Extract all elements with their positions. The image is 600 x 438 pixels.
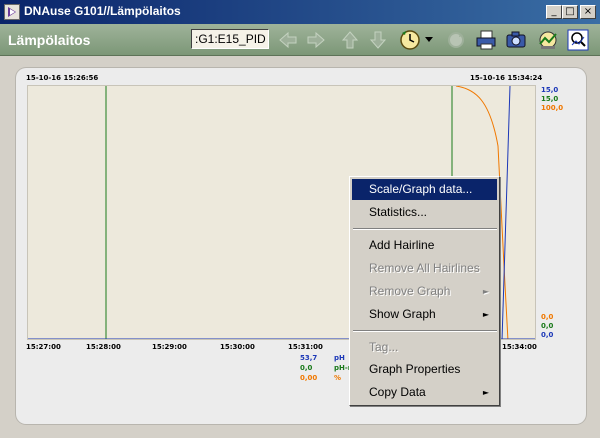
right-scale-top-3: 100,0 (541, 104, 564, 112)
menu-item-label: Graph Properties (369, 362, 461, 376)
legend-name-1[interactable]: pH (334, 354, 345, 362)
menu-item-label: Remove All Hairlines (369, 261, 480, 275)
menu-item-copy-data[interactable]: Copy Data ► (352, 382, 497, 403)
submenu-arrow-icon: ► (482, 310, 489, 319)
x-tick-label: 15:34:00 (502, 343, 537, 351)
menu-separator (353, 330, 497, 332)
x-tick-label: 15:31:00 (288, 343, 323, 351)
graph-settings-icon[interactable] (536, 28, 560, 52)
submenu-arrow-icon: ► (482, 287, 489, 296)
end-timestamp: 15-10-16 15:34:24 (470, 74, 543, 82)
menu-item-label: Scale/Graph data... (369, 182, 473, 196)
toolbar-title: Lämpölaitos (8, 32, 91, 48)
legend-value-1: 53,7 (300, 354, 318, 362)
menu-item-label: Statistics... (369, 205, 428, 219)
menu-separator (353, 228, 497, 230)
legend-name-3[interactable]: % (334, 374, 341, 382)
menu-item-statistics[interactable]: Statistics... (352, 202, 497, 223)
legend-value-3: 0,00 (300, 374, 318, 382)
menu-item-label: Tag... (369, 340, 399, 354)
x-tick-label: 15:29:00 (152, 343, 187, 351)
dropdown-icon[interactable] (422, 28, 436, 52)
menu-item-show-graph[interactable]: Show Graph ► (352, 304, 497, 325)
x-tick-label: 15:28:00 (86, 343, 121, 351)
right-scale-top-1: 15,0 (541, 86, 559, 94)
camera-icon[interactable] (504, 28, 528, 52)
zoom-icon[interactable] (566, 28, 590, 52)
menu-item-label: Copy Data (369, 385, 426, 399)
menu-item-remove-all-hairlines[interactable]: Remove All Hairlines (352, 258, 497, 279)
maximize-button[interactable]: □ (562, 5, 578, 19)
x-tick-label: 15:27:00 (26, 343, 61, 351)
right-scale-top-2: 15,0 (541, 95, 559, 103)
clock-icon[interactable] (398, 28, 422, 52)
legend-value-2: 0,0 (300, 364, 313, 372)
back-arrow-icon[interactable] (276, 28, 300, 52)
submenu-arrow-icon: ► (482, 388, 489, 397)
close-button[interactable]: × (580, 5, 596, 19)
right-scale-bottom-1: 0,0 (541, 313, 554, 321)
right-scale-bottom-3: 0,0 (541, 331, 554, 339)
refresh-icon[interactable] (444, 28, 468, 52)
x-tick-label: 15:30:00 (220, 343, 255, 351)
app-icon[interactable] (4, 4, 20, 20)
start-timestamp: 15-10-16 15:26:56 (26, 74, 99, 82)
window-title: DNAuse G101//Lämpölaitos (24, 4, 181, 18)
menu-item-remove-graph[interactable]: Remove Graph ► (352, 281, 497, 302)
context-menu: Scale/Graph data... Statistics... Add Ha… (349, 176, 500, 406)
menu-item-scale-graph-data[interactable]: Scale/Graph data... (352, 179, 497, 200)
point-input[interactable]: :G1:E15_PID (191, 29, 269, 49)
forward-arrow-icon[interactable] (304, 28, 328, 52)
menu-item-graph-properties[interactable]: Graph Properties (352, 359, 497, 380)
menu-item-label: Remove Graph (369, 284, 451, 298)
menu-item-tag[interactable]: Tag... (352, 337, 497, 358)
up-arrow-icon[interactable] (338, 28, 362, 52)
menu-item-add-hairline[interactable]: Add Hairline (352, 235, 497, 256)
down-arrow-icon[interactable] (366, 28, 390, 52)
toolbar: Lämpölaitos :G1:E15_PID (0, 24, 600, 56)
print-icon[interactable] (474, 28, 498, 52)
window-titlebar: DNAuse G101//Lämpölaitos _ □ × (0, 0, 600, 24)
menu-item-label: Add Hairline (369, 238, 435, 252)
minimize-button[interactable]: _ (546, 5, 562, 19)
menu-item-label: Show Graph (369, 307, 436, 321)
right-scale-bottom-2: 0,0 (541, 322, 554, 330)
